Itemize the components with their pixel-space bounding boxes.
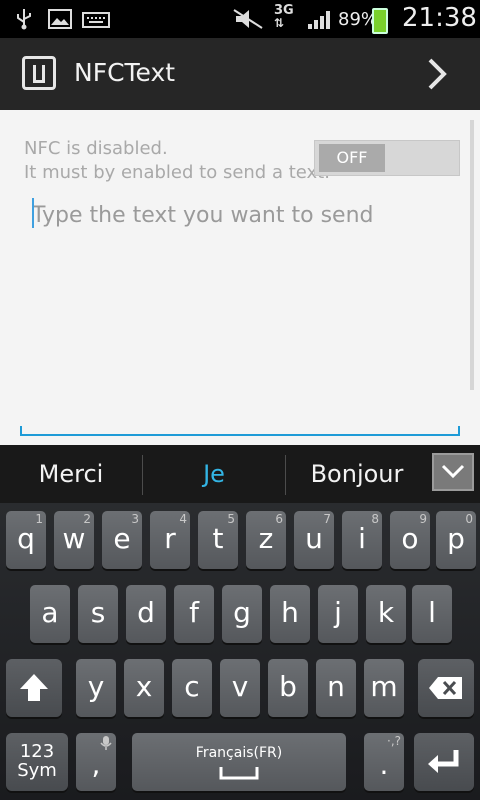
- suggestion-bonjour[interactable]: Bonjour: [286, 445, 428, 503]
- key-s[interactable]: s: [78, 585, 118, 643]
- space-bar-icon: [219, 767, 259, 780]
- chevron-down-icon: [441, 464, 465, 479]
- key-e[interactable]: 3e: [102, 511, 142, 569]
- input-underline-right: [458, 426, 460, 436]
- signal-icon: [306, 8, 334, 34]
- key-i[interactable]: 8i: [342, 511, 382, 569]
- key-p[interactable]: 0p: [436, 511, 476, 569]
- key-o[interactable]: 9o: [390, 511, 430, 569]
- suggestion-merci[interactable]: Merci: [0, 445, 142, 503]
- main-content: NFC is disabled. It must by enabled to s…: [0, 110, 480, 445]
- comma-key[interactable]: ,: [76, 733, 116, 791]
- key-m[interactable]: m: [364, 659, 404, 717]
- key-j[interactable]: j: [318, 585, 358, 643]
- key-g[interactable]: g: [222, 585, 262, 643]
- suggestion-bar: Merci Je Bonjour: [0, 445, 480, 503]
- space-key-language: Français(FR): [195, 745, 283, 761]
- key-y[interactable]: y: [76, 659, 116, 717]
- status-bar: 3G ⇅ 89% 21:38: [0, 0, 480, 38]
- key-t[interactable]: 5t: [198, 511, 238, 569]
- key-r[interactable]: 4r: [150, 511, 190, 569]
- symbols-key[interactable]: 123 Sym: [6, 733, 68, 791]
- key-l[interactable]: l: [412, 585, 452, 643]
- app-title: NFCText: [74, 58, 176, 87]
- nfc-toggle[interactable]: OFF: [314, 140, 460, 176]
- enter-key[interactable]: [414, 733, 474, 791]
- battery-charging-icon: [372, 8, 388, 34]
- shift-key[interactable]: [6, 659, 62, 717]
- key-q[interactable]: 1q: [6, 511, 46, 569]
- mic-icon: [100, 736, 112, 750]
- symbols-key-label-1: 123: [19, 741, 55, 762]
- scrollbar[interactable]: [470, 120, 474, 390]
- network-3g-icon: 3G ⇅: [274, 3, 294, 30]
- key-a[interactable]: a: [30, 585, 70, 643]
- key-u[interactable]: 7u: [294, 511, 334, 569]
- key-x[interactable]: x: [124, 659, 164, 717]
- key-b[interactable]: b: [268, 659, 308, 717]
- key-n[interactable]: n: [316, 659, 356, 717]
- message-input[interactable]: [32, 195, 452, 235]
- suggestion-je[interactable]: Je: [143, 445, 285, 503]
- space-key[interactable]: Français(FR): [132, 733, 346, 791]
- usb-icon: [14, 8, 34, 34]
- key-f[interactable]: f: [174, 585, 214, 643]
- action-bar: NFCText: [0, 38, 480, 112]
- period-key[interactable]: ·,? .: [364, 733, 404, 791]
- key-d[interactable]: d: [126, 585, 166, 643]
- text-cursor: [32, 198, 34, 228]
- input-underline: [22, 434, 460, 436]
- soft-keyboard: 1q 2w 3e 4r 5t 6z 7u 8i 9o 0p a s d f g …: [0, 503, 480, 800]
- key-z[interactable]: 6z: [246, 511, 286, 569]
- keyboard-icon: [82, 8, 110, 34]
- symbols-key-label-2: Sym: [17, 760, 57, 781]
- enter-icon: [428, 750, 459, 773]
- key-k[interactable]: k: [366, 585, 406, 643]
- shift-icon: [20, 674, 48, 701]
- status-time: 21:38: [402, 3, 477, 33]
- next-button[interactable]: [414, 52, 460, 96]
- mute-icon: [232, 8, 266, 34]
- nfc-icon: [22, 56, 56, 90]
- backspace-key[interactable]: [418, 659, 474, 717]
- key-v[interactable]: v: [220, 659, 260, 717]
- suggestions-expand-button[interactable]: [432, 453, 474, 491]
- key-c[interactable]: c: [172, 659, 212, 717]
- nfc-status-hint: It must by enabled to send a text.: [24, 162, 330, 183]
- key-h[interactable]: h: [270, 585, 310, 643]
- nfc-toggle-label: OFF: [319, 144, 385, 172]
- backspace-icon: [429, 677, 462, 699]
- chevron-right-icon: [428, 58, 447, 90]
- key-w[interactable]: 2w: [54, 511, 94, 569]
- image-icon: [48, 8, 72, 34]
- nfc-status-text: NFC is disabled.: [24, 138, 168, 159]
